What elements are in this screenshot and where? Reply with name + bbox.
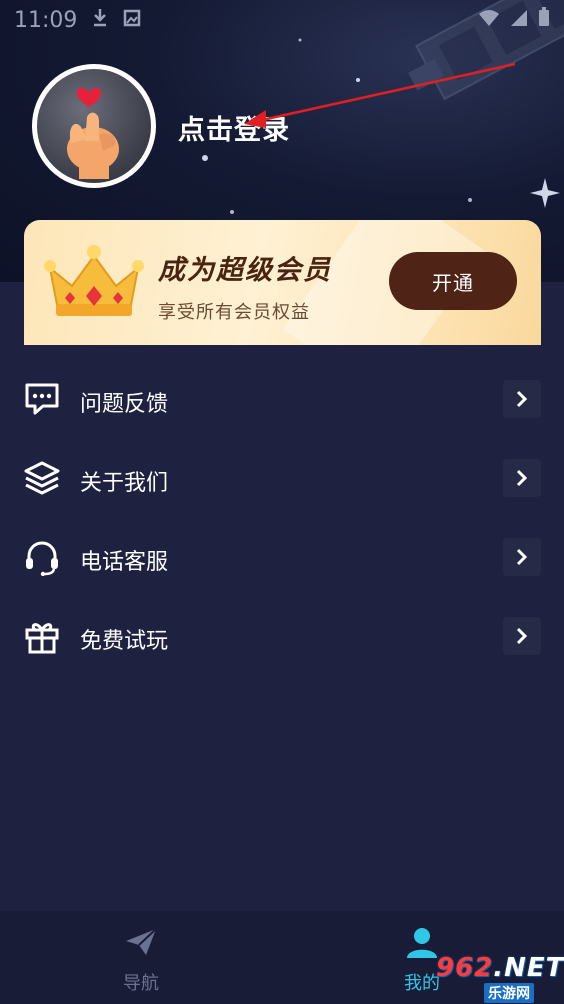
menu-item-label: 关于我们 [80,471,169,496]
site-watermark: 962.NET 乐游网 [432,951,564,1003]
login-link[interactable]: 点击登录 [178,108,290,147]
gift-icon [23,617,61,655]
vip-banner[interactable]: 成为超级会员 享受所有会员权益 开通 [24,220,541,345]
chevron-right-icon [503,380,541,418]
battery-icon [538,7,550,33]
chevron-right-icon [503,538,541,576]
tab-navigation[interactable]: 导航 [71,911,211,1004]
menu-item-label: 问题反馈 [80,392,169,417]
chevron-right-icon [503,617,541,655]
status-time: 11:09 [14,7,78,33]
menu-item-label: 免费试玩 [80,629,169,654]
tab-label: 导航 [123,973,159,994]
layers-icon [23,459,61,497]
wifi-icon [478,8,500,33]
menu-item-feedback[interactable]: 问题反馈 [0,360,564,439]
avatar[interactable] [32,64,156,188]
signal-icon [510,8,528,33]
menu-item-phone-support[interactable]: 电话客服 [0,518,564,597]
settings-menu: 问题反馈 关于我们 电话客服 免费试玩 [0,360,564,676]
vip-subtitle: 享受所有会员权益 [158,302,310,323]
status-bar: 11:09 [0,0,564,40]
vip-title: 成为超级会员 [158,255,332,286]
chat-icon [23,380,61,418]
chevron-right-icon [503,459,541,497]
watermark-subtitle: 乐游网 [484,983,534,1003]
headset-icon [23,538,61,577]
finger-heart-icon [67,87,119,179]
download-icon [91,7,109,33]
menu-item-free-trial[interactable]: 免费试玩 [0,597,564,676]
menu-item-label: 电话客服 [80,550,169,575]
paper-plane-icon [124,927,158,961]
crown-icon [44,245,144,316]
watermark-logo-text: 962.NET [436,953,564,983]
menu-item-about[interactable]: 关于我们 [0,439,564,518]
open-vip-button[interactable]: 开通 [389,252,517,310]
image-icon [123,8,141,33]
